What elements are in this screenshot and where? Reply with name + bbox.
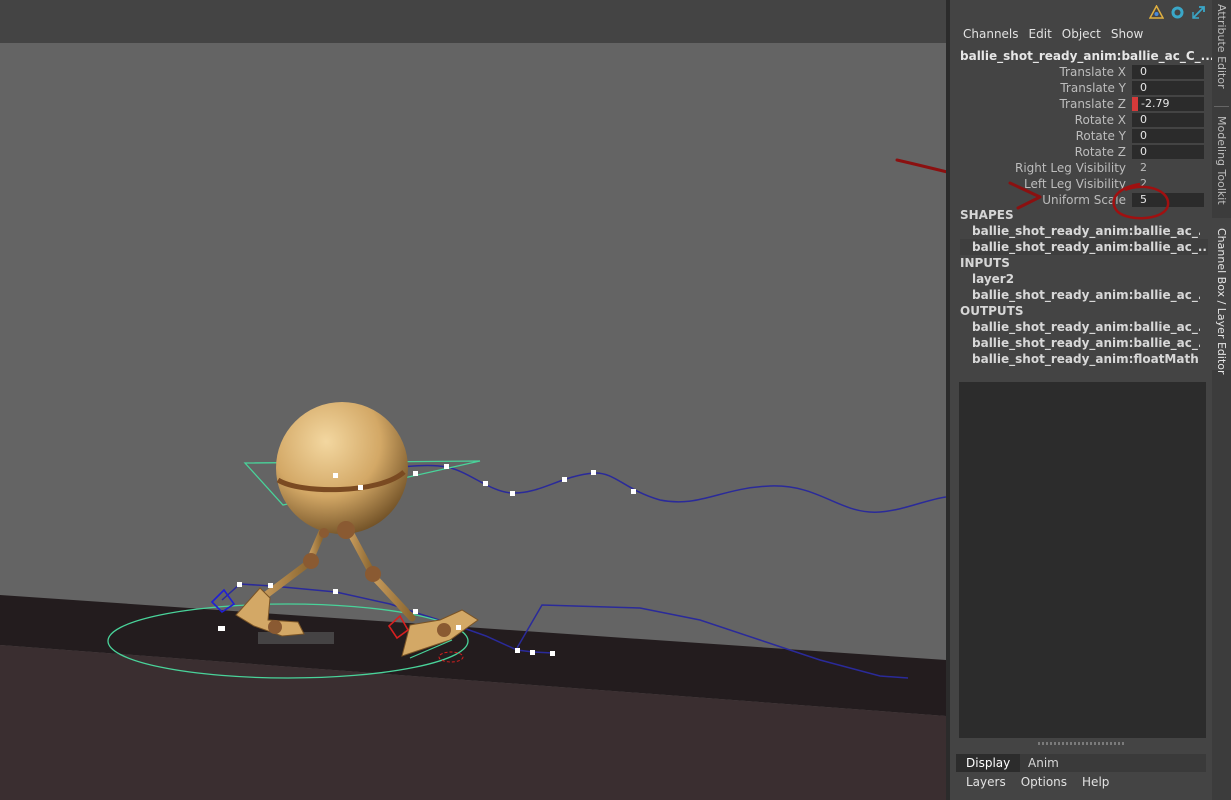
annotation-circle bbox=[1112, 182, 1170, 220]
attr-row-translate-x[interactable]: Translate X 0 bbox=[950, 64, 1212, 80]
channel-box-menubar: Channels Edit Object Show bbox=[958, 26, 1148, 42]
tab-anim[interactable]: Anim bbox=[1018, 754, 1069, 772]
inputs-heading: INPUTS bbox=[960, 256, 1010, 270]
hip-joint bbox=[337, 521, 355, 539]
tab-channel-box-layer-editor[interactable]: Channel Box / Layer Editor bbox=[1212, 218, 1231, 375]
knee-left bbox=[365, 566, 381, 582]
output-node-item[interactable]: ballie_shot_ready_anim:ballie_ac_... bbox=[972, 335, 1200, 351]
ankle-right bbox=[268, 620, 282, 634]
layer-list-area[interactable] bbox=[959, 382, 1206, 738]
output-node-item[interactable]: ballie_shot_ready_anim:floatMath1 bbox=[972, 351, 1200, 367]
tab-attribute-editor-label: Attribute Editor bbox=[1215, 4, 1228, 89]
layer-editor-tabs: Display Anim bbox=[956, 754, 1206, 772]
attr-label[interactable]: Translate X bbox=[1059, 64, 1126, 80]
knee-right bbox=[303, 553, 319, 569]
attr-value-field[interactable]: 0 bbox=[1132, 81, 1204, 95]
attr-label[interactable]: Translate Z bbox=[1059, 96, 1126, 112]
axis-tool-icon[interactable] bbox=[1148, 4, 1165, 20]
channel-box-panel: Channels Edit Object Show ballie_shot_re… bbox=[950, 0, 1214, 800]
annotation-arrow-head bbox=[1008, 181, 1042, 210]
menu-edit[interactable]: Edit bbox=[1024, 26, 1057, 42]
attr-value-field[interactable]: 0 bbox=[1132, 129, 1204, 143]
attr-label[interactable]: Translate Y bbox=[1060, 80, 1126, 96]
attr-row-translate-y[interactable]: Translate Y 0 bbox=[950, 80, 1212, 96]
expand-icon[interactable] bbox=[1191, 5, 1206, 20]
tab-modeling-toolkit[interactable]: Modeling Toolkit bbox=[1212, 112, 1231, 210]
side-tab-bar: Attribute Editor Modeling Toolkit Channe… bbox=[1212, 0, 1231, 800]
menu-channels[interactable]: Channels bbox=[958, 26, 1024, 42]
shape-node-item[interactable]: ballie_shot_ready_anim:ballie_ac_... bbox=[972, 223, 1200, 239]
ik-handle-right[interactable] bbox=[210, 588, 236, 614]
leg-left-lower bbox=[370, 573, 416, 622]
side-tab-separator bbox=[1214, 106, 1229, 107]
attr-label[interactable]: Rotate X bbox=[1075, 112, 1126, 128]
ball-body bbox=[276, 402, 408, 534]
selected-node-name[interactable]: ballie_shot_ready_anim:ballie_ac_C_... bbox=[960, 49, 1214, 63]
refresh-icon[interactable] bbox=[1170, 5, 1185, 20]
hip-right bbox=[319, 528, 329, 538]
leg-left-upper bbox=[346, 528, 376, 577]
attr-row-rotate-y[interactable]: Rotate Y 0 bbox=[950, 128, 1212, 144]
tab-attribute-editor[interactable]: Attribute Editor bbox=[1212, 4, 1231, 100]
menu-layers[interactable]: Layers bbox=[956, 774, 1011, 790]
output-node-item[interactable]: ballie_shot_ready_anim:ballie_ac_... bbox=[972, 319, 1200, 335]
ankle-left bbox=[437, 623, 451, 637]
attr-row-rotate-x[interactable]: Rotate X 0 bbox=[950, 112, 1212, 128]
menu-show[interactable]: Show bbox=[1106, 26, 1148, 42]
tab-channel-box-label: Channel Box / Layer Editor bbox=[1215, 228, 1228, 375]
panel-splitter-handle[interactable] bbox=[1038, 742, 1124, 745]
layer-editor-menubar: Layers Options Help bbox=[956, 774, 1114, 790]
input-node-item[interactable]: ballie_shot_ready_anim:ballie_ac_... bbox=[972, 287, 1200, 303]
viewport-scene[interactable] bbox=[0, 0, 946, 800]
attr-value-field[interactable]: 0 bbox=[1132, 65, 1204, 79]
attr-value-field[interactable]: 0 bbox=[1132, 113, 1204, 127]
attr-row-translate-z[interactable]: Translate Z -2.79 bbox=[950, 96, 1212, 112]
attr-label[interactable]: Rotate Y bbox=[1076, 128, 1126, 144]
viewport[interactable] bbox=[0, 0, 946, 800]
menu-options[interactable]: Options bbox=[1011, 774, 1072, 790]
menu-help[interactable]: Help bbox=[1072, 774, 1114, 790]
shapes-heading: SHAPES bbox=[960, 208, 1014, 222]
menu-object[interactable]: Object bbox=[1057, 26, 1106, 42]
tab-display[interactable]: Display bbox=[956, 754, 1021, 772]
panel-toolbar bbox=[1148, 4, 1206, 20]
annotation-arrow bbox=[895, 158, 946, 174]
tab-modeling-toolkit-label: Modeling Toolkit bbox=[1215, 116, 1228, 205]
leg-right-lower bbox=[258, 558, 314, 602]
input-node-item[interactable]: layer2 bbox=[972, 271, 1200, 287]
attr-value-field-keyed[interactable]: -2.79 bbox=[1132, 97, 1204, 111]
shape-node-item-selected[interactable]: ballie_shot_ready_anim:ballie_ac_... bbox=[960, 239, 1208, 255]
outputs-heading: OUTPUTS bbox=[960, 304, 1024, 318]
